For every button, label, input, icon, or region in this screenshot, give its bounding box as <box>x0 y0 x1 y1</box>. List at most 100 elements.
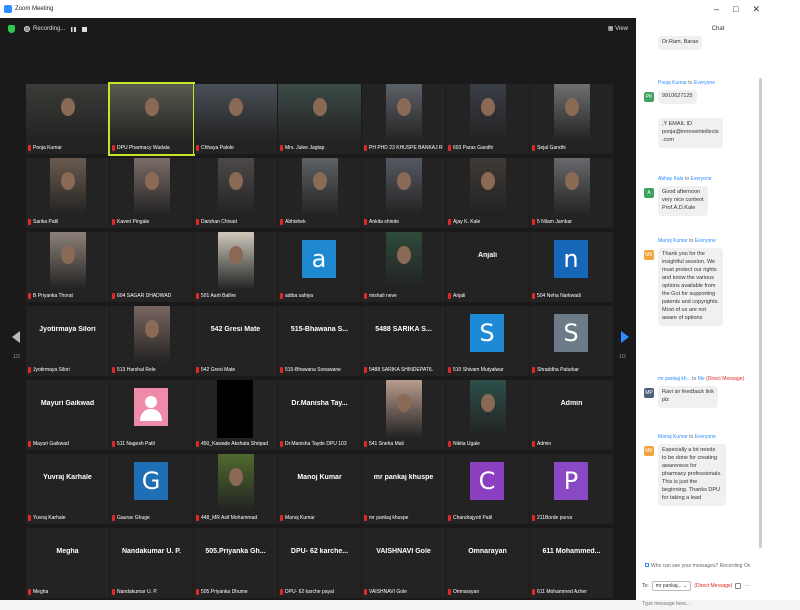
mic-muted-icon <box>112 366 115 373</box>
participant-tile[interactable]: 604 SAGAR DHADWAD <box>110 232 193 302</box>
minimize-button[interactable]: – <box>714 4 719 14</box>
security-shield-icon[interactable] <box>8 25 15 33</box>
mic-muted-icon <box>364 144 367 151</box>
message-bubble: Dr.Ram, Barae <box>658 36 703 50</box>
participant-name: 603 Paras Gandhi <box>453 144 494 151</box>
participant-tile[interactable]: Yuvraj Karhale Yuvraj Karhale <box>26 454 109 524</box>
pause-recording-icon[interactable] <box>71 26 77 32</box>
participant-tile[interactable]: Anjali Anjali <box>446 232 529 302</box>
participant-tile[interactable]: Ajay K. Kale <box>446 158 529 228</box>
message-line: ,Y EMAIL ID <box>662 121 692 127</box>
participant-tile[interactable]: B Priyanka Thorat <box>26 232 109 302</box>
direct-message-tag: (Direct Message) <box>706 376 745 382</box>
participant-tile[interactable]: Abhishek <box>278 158 361 228</box>
participant-tile[interactable]: 511 Nagesh Patil <box>110 380 193 450</box>
participant-tile[interactable]: 603 Paras Gandhi <box>446 84 529 154</box>
participant-tile[interactable]: Megha Megha <box>26 528 109 598</box>
participant-name: Chandrajyoti Patil <box>453 514 493 521</box>
participant-tile[interactable]: Admin Admin <box>530 380 613 450</box>
maximize-button[interactable]: □ <box>733 4 738 14</box>
participant-tile[interactable]: 5 Nilam Jambar <box>530 158 613 228</box>
participant-tile[interactable]: Mayuri Gaikwad Mayuri Gaikwad <box>26 380 109 450</box>
participant-tile[interactable]: a adiba sahiya <box>278 232 361 302</box>
participant-name-label: 505.Priyanka Dhume <box>196 587 275 596</box>
participant-tile[interactable]: 5488 SARIKA S... 5488 SARIKA SHINDEPATIL <box>362 306 445 376</box>
next-page-icon[interactable] <box>621 331 629 343</box>
participant-tile[interactable]: P 211Borde purva <box>530 454 613 524</box>
participant-tile[interactable]: Dr.Manisha Tay... Dr.Manisha Tayde DPU 10… <box>278 380 361 450</box>
mic-muted-icon <box>280 144 283 151</box>
participant-face <box>396 172 411 190</box>
mic-muted-icon <box>28 218 31 225</box>
participant-tile[interactable]: DPU Pharmacy Wadala <box>108 82 195 156</box>
participant-tile[interactable]: Sejal Gandhi <box>530 84 613 154</box>
participant-tile[interactable]: Sarika Patil <box>26 158 109 228</box>
previous-page-icon[interactable] <box>12 331 20 343</box>
close-button[interactable]: ✕ <box>752 4 760 15</box>
participant-name: 448_MR Asif Mohammad <box>201 514 258 521</box>
who-can-see-link[interactable]: Who can see your messages? Recording On <box>645 563 751 569</box>
avatar-letter: n <box>554 240 588 278</box>
participant-tile[interactable]: PH PHD 23 KHUSPE BANKAJ R... <box>362 84 445 154</box>
direct-message-tag: (Direct Message) <box>694 583 733 589</box>
participant-tile[interactable]: mishali neve <box>362 232 445 302</box>
more-options-icon[interactable]: ··· <box>744 583 749 589</box>
participant-tile[interactable]: S Shraddha Paturkar <box>530 306 613 376</box>
participant-tile[interactable]: 513 Harshal Rele <box>110 306 193 376</box>
participant-name: Abhishek <box>285 218 306 225</box>
mic-muted-icon <box>448 292 451 299</box>
participant-tile[interactable]: Manoj Kumar Manoj Kumar <box>278 454 361 524</box>
message-line: This is just the <box>662 478 698 485</box>
participant-tile[interactable]: Nikita Ugale <box>446 380 529 450</box>
recipient-select[interactable]: mr pankaj... ⌄ <box>651 581 692 591</box>
participant-tile[interactable]: G Gaurav Ghuge <box>110 454 193 524</box>
participant-video <box>301 158 338 216</box>
participant-name: 604 SAGAR DHADWAD <box>117 292 172 299</box>
participant-tile[interactable]: C Chandrajyoti Patil <box>446 454 529 524</box>
participant-display-name: 515-Bhawana S... <box>290 326 349 333</box>
mic-muted-icon <box>364 366 367 373</box>
participant-tile[interactable]: S 510 Shivam Mutyalwar <box>446 306 529 376</box>
participant-tile[interactable]: mr pankaj khuspe mr pankaj khuspe <box>362 454 445 524</box>
zoom-logo-icon <box>4 5 12 13</box>
participant-name: B Priyanka Thorat <box>33 292 73 299</box>
message-sender: Pooja Kumar to Everyone <box>658 80 715 86</box>
view-button[interactable]: ▦ View <box>608 25 628 32</box>
mic-muted-icon <box>448 440 451 447</box>
participant-tile[interactable]: 501 Aarti Ballire <box>194 232 277 302</box>
chat-scrollbar[interactable] <box>759 78 762 548</box>
participant-tile[interactable]: Kaveri Pingale <box>110 158 193 228</box>
participant-tile[interactable]: 515-Bhawana S... 515-Bhawana Sonawane <box>278 306 361 376</box>
participant-tile[interactable]: 448_MR Asif Mohammad <box>194 454 277 524</box>
participant-tile[interactable]: Mrs. Julee Jagtap <box>278 84 361 154</box>
participant-tile[interactable]: 611 Mohammed... 611 Mohammed Azher <box>530 528 613 598</box>
mic-muted-icon <box>532 366 535 373</box>
participant-tile[interactable]: n 504 Neha Narkwadi <box>530 232 613 302</box>
participant-tile[interactable]: 541 Sneha Mali <box>362 380 445 450</box>
participant-tile[interactable]: Omnarayan Omnarayan <box>446 528 529 598</box>
page-indicator-left: 1/2 <box>13 354 20 360</box>
participant-name: Sarika Patil <box>33 218 59 225</box>
participant-tile[interactable]: 542 Gresi Mate 542 Gresi Mate <box>194 306 277 376</box>
file-icon[interactable] <box>735 583 742 589</box>
stop-recording-icon[interactable] <box>82 26 88 32</box>
participant-display-name: Manoj Kumar <box>297 474 342 481</box>
participant-tile[interactable]: Jyotirmaya Silori Jyotirmaya Silori <box>26 306 109 376</box>
mic-muted-icon <box>28 144 31 151</box>
participant-tile[interactable]: 450_Kawade Akshata Shripad <box>194 380 277 450</box>
participant-tile[interactable]: 505.Priyanka Gh... 505.Priyanka Dhume <box>194 528 277 598</box>
participant-tile[interactable]: Pooja Kumar <box>26 84 109 154</box>
participant-tile[interactable]: VAISHNAVI Gole VAISHNAVI Gole <box>362 528 445 598</box>
participant-tile[interactable]: Nandakumar U. P. Nandakumar U. P. <box>110 528 193 598</box>
participant-face <box>396 246 411 264</box>
participant-name-label: Megha <box>28 587 107 596</box>
participant-tile[interactable]: DPU- 62 karche... DPU- 62 karche payal <box>278 528 361 598</box>
participant-tile[interactable]: Darshan Chivad <box>194 158 277 228</box>
participant-name-label: Abhishek <box>280 217 359 226</box>
participant-tile[interactable]: Ankita shinde <box>362 158 445 228</box>
mic-muted-icon <box>112 514 115 521</box>
participant-name-label: Sejal Gandhi <box>532 143 611 152</box>
participant-tile[interactable]: Chhaya Patole <box>194 84 277 154</box>
sender-name: mr pankaj kh... <box>658 376 691 382</box>
mic-muted-icon <box>448 144 451 151</box>
